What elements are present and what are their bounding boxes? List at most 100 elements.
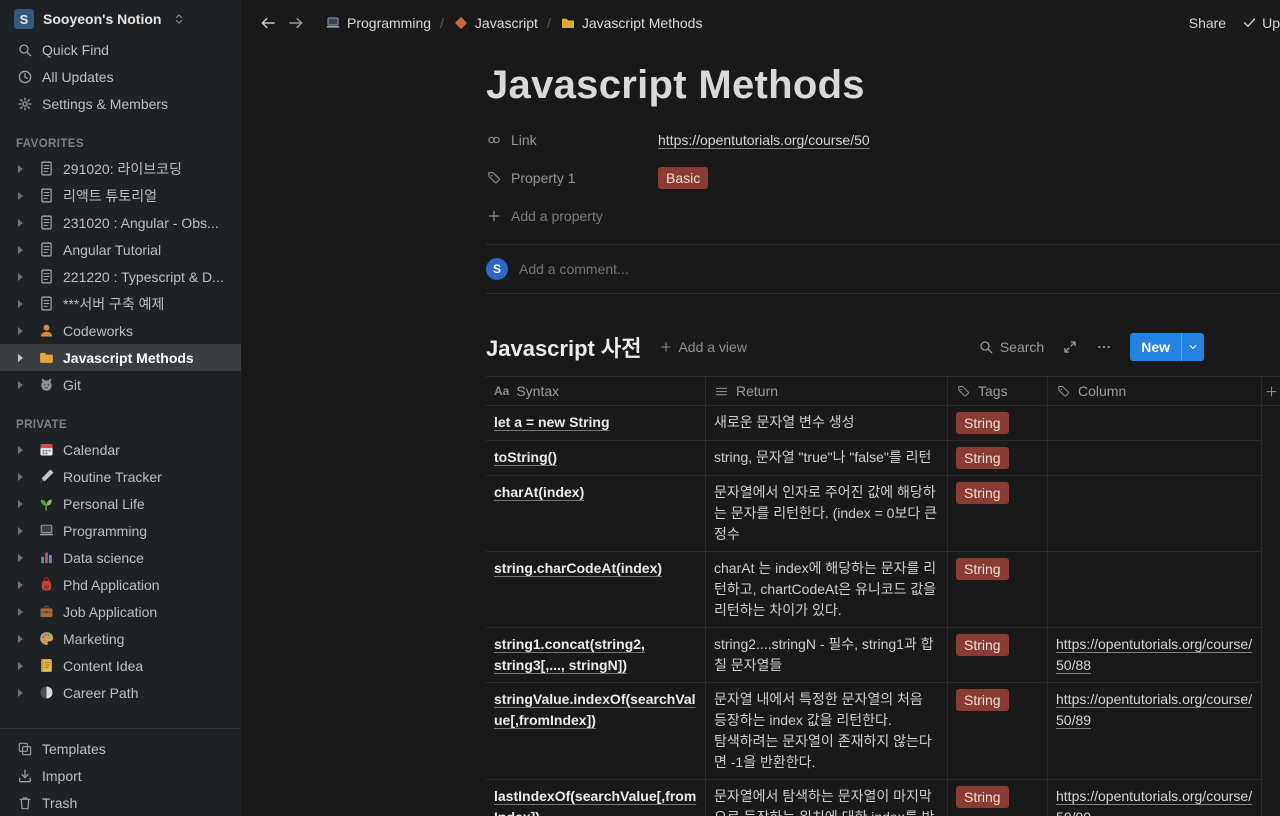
expand-toggle-icon[interactable] <box>18 472 23 481</box>
cell-column[interactable] <box>1048 552 1262 628</box>
add-property-button[interactable]: Add a property <box>486 197 1280 235</box>
back-button[interactable] <box>259 14 277 32</box>
sidebar-item-page[interactable]: Career Path <box>0 679 241 706</box>
sidebar-item-page[interactable]: Git <box>0 371 241 398</box>
cell-column[interactable] <box>1048 406 1262 441</box>
expand-toggle-icon[interactable] <box>18 218 23 227</box>
expand-toggle-icon[interactable] <box>18 380 23 389</box>
new-button[interactable]: New <box>1130 333 1204 361</box>
cell-column[interactable] <box>1048 441 1262 476</box>
sidebar-item-page[interactable]: Codeworks <box>0 317 241 344</box>
cell-syntax[interactable]: toString() <box>486 441 706 476</box>
sidebar-item-page[interactable]: Personal Life <box>0 490 241 517</box>
property-key-link[interactable]: Link <box>486 132 658 148</box>
cell-tags[interactable]: String <box>948 552 1048 628</box>
column-header-return[interactable]: Return <box>706 377 948 405</box>
cell-column[interactable] <box>1048 476 1262 552</box>
cell-syntax[interactable]: string.charCodeAt(index) <box>486 552 706 628</box>
page-title[interactable]: Javascript Methods <box>486 62 1280 108</box>
cell-syntax[interactable]: string1.concat(string2, string3[,..., st… <box>486 628 706 683</box>
sidebar-item-page[interactable]: 221220 : Typescript & D... <box>0 263 241 290</box>
cell-syntax[interactable]: lastIndexOf(searchValue[,fromIndex]) <box>486 780 706 816</box>
sidebar-item-page[interactable]: Phd Application <box>0 571 241 598</box>
sidebar-item-page[interactable]: ***서버 구축 예제 <box>0 290 241 317</box>
sidebar-item-page[interactable]: 리액트 튜토리얼 <box>0 182 241 209</box>
cell-tags[interactable]: String <box>948 406 1048 441</box>
add-view-button[interactable]: Add a view <box>659 339 747 355</box>
property-value-property1[interactable]: Basic <box>658 167 709 189</box>
cell-syntax[interactable]: stringValue.indexOf(searchValue[,fromInd… <box>486 683 706 780</box>
cell-return[interactable]: 새로운 문자열 변수 생성 <box>706 406 948 441</box>
sidebar-item-templates[interactable]: Templates <box>0 735 241 762</box>
expand-toggle-icon[interactable] <box>18 445 23 454</box>
cell-return[interactable]: charAt 는 index에 해당하는 문자를 리턴하고, chartCode… <box>706 552 948 628</box>
cell-return[interactable]: 문자열 내에서 특정한 문자열의 처음 등장하는 index 값을 리턴한다. … <box>706 683 948 780</box>
comment-input[interactable]: Add a comment... <box>519 261 1280 277</box>
expand-toggle-icon[interactable] <box>18 661 23 670</box>
cell-tags[interactable]: String <box>948 628 1048 683</box>
expand-toggle-icon[interactable] <box>18 299 23 308</box>
sidebar-item-page[interactable]: 231020 : Angular - Obs... <box>0 209 241 236</box>
add-column-button[interactable] <box>1262 377 1280 405</box>
sidebar-item-page[interactable]: Angular Tutorial <box>0 236 241 263</box>
new-dropdown-button[interactable] <box>1181 333 1204 361</box>
sidebar-item-trash[interactable]: Trash <box>0 789 241 816</box>
breadcrumb-javascript[interactable]: Javascript <box>453 15 538 31</box>
sidebar-item-page[interactable]: Data science <box>0 544 241 571</box>
expand-toggle-icon[interactable] <box>18 580 23 589</box>
column-header-syntax[interactable]: Aa Syntax <box>486 377 706 405</box>
sidebar-item-page[interactable]: Calendar <box>0 436 241 463</box>
column-header-label: Return <box>736 383 779 399</box>
expand-toggle-icon[interactable] <box>18 272 23 281</box>
sidebar-item-settings-members[interactable]: Settings & Members <box>0 90 241 117</box>
expand-toggle-icon[interactable] <box>18 499 23 508</box>
cell-tags[interactable]: String <box>948 441 1048 476</box>
sidebar-item-page[interactable]: Job Application <box>0 598 241 625</box>
expand-toggle-icon[interactable] <box>18 607 23 616</box>
expand-toggle-icon[interactable] <box>18 326 23 335</box>
breadcrumb-javascript-methods[interactable]: Javascript Methods <box>560 15 702 31</box>
cell-column[interactable]: https://opentutorials.org/course/50/88 <box>1048 628 1262 683</box>
sidebar-item-all-updates[interactable]: All Updates <box>0 63 241 90</box>
expand-toggle-icon[interactable] <box>18 688 23 697</box>
column-header-tags[interactable]: Tags <box>948 377 1048 405</box>
sidebar-item-page[interactable]: Content Idea <box>0 652 241 679</box>
cell-tags[interactable]: String <box>948 780 1048 816</box>
sidebar-item-quick-find[interactable]: Quick Find <box>0 36 241 63</box>
cell-tags[interactable]: String <box>948 683 1048 780</box>
cell-syntax[interactable]: charAt(index) <box>486 476 706 552</box>
column-header-column[interactable]: Column <box>1048 377 1262 405</box>
cell-column[interactable]: https://opentutorials.org/course/50/89 <box>1048 683 1262 780</box>
cell-return[interactable]: 문자열에서 탐색하는 문자열이 마지막으로 등장하는 위치에 대한 index를… <box>706 780 948 816</box>
share-button[interactable]: Share <box>1189 15 1226 31</box>
collection-title[interactable]: Javascript 사전 <box>486 331 641 363</box>
breadcrumb-programming[interactable]: Programming <box>325 15 431 31</box>
property-key-property1[interactable]: Property 1 <box>486 170 658 186</box>
property-value-link[interactable]: https://opentutorials.org/course/50 <box>658 132 870 148</box>
sidebar-item-page[interactable]: Programming <box>0 517 241 544</box>
expand-toggle-icon[interactable] <box>18 553 23 562</box>
expand-toggle-icon[interactable] <box>18 245 23 254</box>
sidebar-item-page[interactable]: Marketing <box>0 625 241 652</box>
sidebar-item-page[interactable]: 291020: 라이브코딩 <box>0 155 241 182</box>
sidebar-item-import[interactable]: Import <box>0 762 241 789</box>
cell-return[interactable]: string2....stringN - 필수, string1과 합칠 문자열… <box>706 628 948 683</box>
expand-toggle-icon[interactable] <box>18 191 23 200</box>
cell-syntax[interactable]: let a = new String <box>486 406 706 441</box>
cell-return[interactable]: 문자열에서 인자로 주어진 값에 해당하는 문자를 리턴한다. (index =… <box>706 476 948 552</box>
cell-tags[interactable]: String <box>948 476 1048 552</box>
expand-toggle-icon[interactable] <box>18 164 23 173</box>
cell-column[interactable]: https://opentutorials.org/course/50/90 <box>1048 780 1262 816</box>
forward-button[interactable] <box>287 14 305 32</box>
open-fullscreen-icon[interactable] <box>1062 339 1078 355</box>
cell-return[interactable]: string, 문자열 "true"나 "false"를 리턴 <box>706 441 948 476</box>
updates-button[interactable]: Up <box>1242 15 1280 31</box>
workspace-switcher[interactable]: S Sooyeon's Notion <box>0 0 241 36</box>
expand-toggle-icon[interactable] <box>18 353 23 362</box>
sidebar-item-javascript-methods[interactable]: Javascript Methods <box>0 344 241 371</box>
expand-toggle-icon[interactable] <box>18 634 23 643</box>
collection-search-button[interactable]: Search <box>978 339 1044 355</box>
more-options-icon[interactable] <box>1096 339 1112 355</box>
sidebar-item-page[interactable]: Routine Tracker <box>0 463 241 490</box>
expand-toggle-icon[interactable] <box>18 526 23 535</box>
